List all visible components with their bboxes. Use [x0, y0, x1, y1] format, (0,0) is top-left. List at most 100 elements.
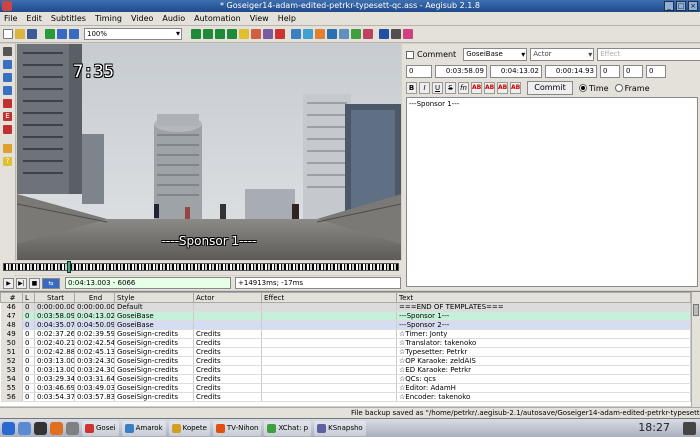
play-line-icon[interactable]: ▶|: [16, 277, 27, 289]
translation-icon[interactable]: [303, 29, 313, 39]
margin-vertical-field[interactable]: 0: [646, 65, 666, 78]
bold-button[interactable]: B: [406, 82, 417, 94]
jump-to-icon[interactable]: [45, 29, 55, 39]
scale-tool-icon[interactable]: [3, 99, 12, 108]
kanji-timer-icon[interactable]: [351, 29, 361, 39]
shadow-color-button[interactable]: AB: [510, 82, 521, 94]
jump-end-icon[interactable]: [203, 29, 213, 39]
video-time-field[interactable]: 0:04:13.003 - 6066: [65, 277, 231, 289]
menu-audio[interactable]: Audio: [162, 14, 185, 23]
standard-tool-icon[interactable]: [3, 47, 12, 56]
outline-color-button[interactable]: AB: [497, 82, 508, 94]
col-style[interactable]: Style: [114, 292, 194, 303]
style-select[interactable]: GoseiBase: [463, 48, 528, 61]
task-xchat[interactable]: XChat: p: [264, 420, 312, 436]
task-aegisub[interactable]: Gosei: [82, 420, 119, 436]
zoom-select[interactable]: 100%: [84, 28, 182, 40]
commit-button[interactable]: Commit: [527, 81, 573, 95]
task-amarok[interactable]: Amarok: [121, 420, 166, 436]
fonts-collector-icon[interactable]: [275, 29, 285, 39]
rotate-z-icon[interactable]: [3, 73, 12, 82]
col-text[interactable]: Text: [396, 292, 691, 303]
menu-timing[interactable]: Timing: [95, 14, 122, 23]
subtitle-text-editor[interactable]: ---Sponsor 1---: [406, 97, 698, 287]
col-end[interactable]: End: [74, 292, 115, 303]
menu-view[interactable]: View: [250, 14, 269, 23]
kde-menu-icon[interactable]: [2, 421, 15, 435]
primary-color-button[interactable]: AB: [471, 82, 482, 94]
help-icon[interactable]: ?: [3, 157, 12, 166]
table-row[interactable]: 50 0 0:02:40.21 0:02:42.54 GoseiSign-credits…: [0, 338, 691, 348]
col-start[interactable]: Start: [34, 292, 75, 303]
jump-start-icon[interactable]: [191, 29, 201, 39]
save-icon[interactable]: [27, 29, 37, 39]
menu-help[interactable]: Help: [278, 14, 296, 23]
strikeout-button[interactable]: S: [445, 82, 456, 94]
app-menu-icon[interactable]: [2, 1, 12, 11]
table-row[interactable]: 47 0 0:03:58.09 0:04:13.02 GoseiBase ---Spons…: [0, 311, 691, 321]
timing-post-icon[interactable]: [339, 29, 349, 39]
underline-button[interactable]: U: [432, 82, 443, 94]
maximize-icon[interactable]: □: [676, 1, 686, 11]
clock[interactable]: 18:27: [638, 421, 670, 434]
browser-icon[interactable]: [50, 421, 63, 435]
shift-times-icon[interactable]: [327, 29, 337, 39]
actor-select[interactable]: Actor: [530, 48, 595, 61]
task-ksnapshot[interactable]: KSnapsho: [314, 420, 366, 436]
clip-vector-icon[interactable]: [3, 125, 12, 134]
new-file-icon[interactable]: [3, 29, 13, 39]
close-icon[interactable]: ×: [688, 1, 698, 11]
layer-spin[interactable]: 0: [406, 65, 432, 78]
tools-icon[interactable]: [391, 29, 401, 39]
menu-automation[interactable]: Automation: [194, 14, 241, 23]
col-layer[interactable]: L: [22, 292, 35, 303]
table-row[interactable]: 54 0 0:03:29.34 0:03:31.64 GoseiSign-credits…: [0, 374, 691, 384]
col-actor[interactable]: Actor: [193, 292, 262, 303]
spellcheck-icon[interactable]: [315, 29, 325, 39]
table-row[interactable]: 46 0 0:00:00.00 0:00:00.00 Default ===END OF …: [0, 302, 691, 312]
margin-left-field[interactable]: 0: [600, 65, 620, 78]
end-time-field[interactable]: 0:04:13.02: [490, 65, 542, 78]
effect-field[interactable]: Effect: [597, 48, 700, 61]
home-folder-icon[interactable]: [18, 421, 31, 435]
rotate-xy-icon[interactable]: [3, 86, 12, 95]
margin-right-field[interactable]: 0: [623, 65, 643, 78]
show-desktop-icon[interactable]: [66, 421, 79, 435]
attachments-icon[interactable]: [263, 29, 273, 39]
col-effect[interactable]: Effect: [261, 292, 397, 303]
menu-edit[interactable]: Edit: [26, 14, 42, 23]
table-row[interactable]: 55 0 0:03:46.69 0:03:49.03 GoseiSign-credits…: [0, 383, 691, 393]
grid-scrollbar[interactable]: [691, 292, 700, 407]
secondary-color-button[interactable]: AB: [484, 82, 495, 94]
table-row[interactable]: 49 0 0:02:37.26 0:02:39.59 GoseiSign-credits…: [0, 329, 691, 339]
start-time-field[interactable]: 0:03:58.09: [435, 65, 487, 78]
menu-subtitles[interactable]: Subtitles: [51, 14, 86, 23]
table-row[interactable]: 53 0 0:03:13.00 0:03:24.30 GoseiSign-credits…: [0, 365, 691, 375]
grid-toggle-icon[interactable]: [403, 29, 413, 39]
play-icon[interactable]: ▶: [3, 277, 14, 289]
seek-thumb[interactable]: [67, 261, 71, 273]
duration-field[interactable]: 0:00:14.93: [545, 65, 597, 78]
properties-icon[interactable]: [251, 29, 261, 39]
resample-icon[interactable]: [363, 29, 373, 39]
table-row[interactable]: 56 0 0:03:54.37 0:03:57.83 GoseiSign-credits…: [0, 392, 691, 402]
font-button[interactable]: fn: [458, 82, 469, 94]
drag-tool-icon[interactable]: [3, 60, 12, 69]
open-folder-icon[interactable]: [15, 29, 25, 39]
table-row[interactable]: 48 0 0:04:35.07 0:04:50.09 GoseiBase ---Spons…: [0, 320, 691, 330]
stop-icon[interactable]: ■: [29, 277, 40, 289]
table-row[interactable]: 52 0 0:03:13.00 0:03:24.30 GoseiSign-credits…: [0, 356, 691, 366]
zoom-out-icon[interactable]: [69, 29, 79, 39]
video-display[interactable]: 7:35 ----Sponsor 1----: [17, 44, 401, 260]
styles-icon[interactable]: [239, 29, 249, 39]
menu-video[interactable]: Video: [131, 14, 153, 23]
time-radio[interactable]: [579, 84, 587, 92]
zoom-in-icon[interactable]: [57, 29, 67, 39]
video-seek-slider[interactable]: [3, 263, 399, 271]
comment-checkbox[interactable]: [406, 50, 414, 59]
task-kopete[interactable]: Kopete: [168, 420, 210, 436]
snap-end-icon[interactable]: [227, 29, 237, 39]
automation-icon[interactable]: [291, 29, 301, 39]
terminal-icon[interactable]: [34, 421, 47, 435]
italic-button[interactable]: I: [419, 82, 430, 94]
